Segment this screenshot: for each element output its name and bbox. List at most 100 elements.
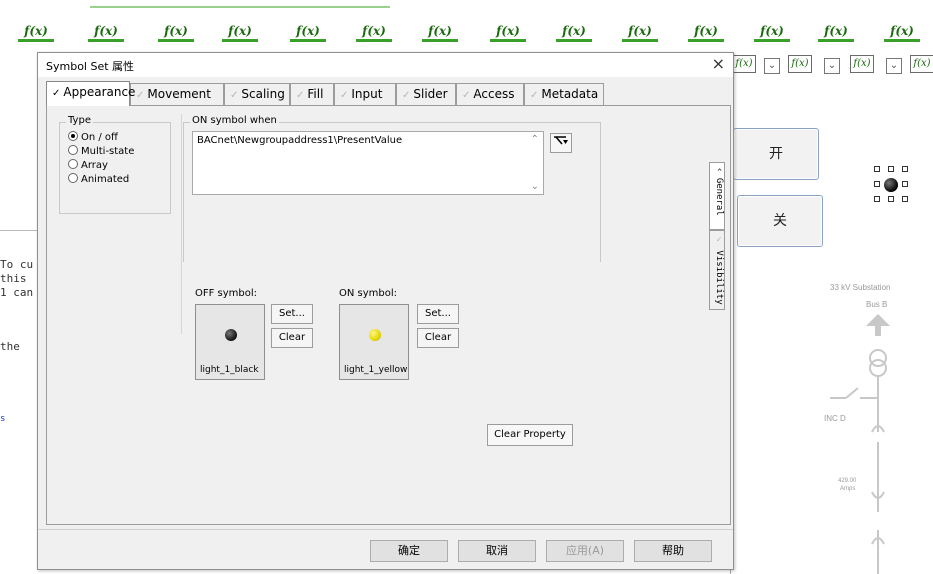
radio-array[interactable]: Array: [68, 159, 108, 173]
side-tab-visibility[interactable]: ✓ Visibility: [709, 230, 725, 310]
check-icon: ✓: [52, 88, 61, 99]
selection-handle[interactable]: [874, 166, 880, 172]
tab-label: Metadata: [541, 87, 599, 101]
side-tab-label: General: [714, 177, 724, 216]
close-switch-button[interactable]: 关: [737, 195, 823, 247]
function-small-icon[interactable]: f(x): [850, 55, 874, 73]
amps-value: 429.00: [838, 478, 857, 484]
scroll-up-icon[interactable]: ⌃: [531, 134, 539, 145]
dialog-title: Symbol Set 属性: [46, 60, 135, 73]
clear-property-button[interactable]: Clear Property: [487, 424, 573, 446]
dropdown-check-icon[interactable]: ⌄: [824, 58, 840, 74]
side-tab-general[interactable]: ‹ General: [709, 162, 725, 230]
dialog-titlebar[interactable]: Symbol Set 属性 ×: [38, 53, 733, 77]
left-divider: [0, 230, 37, 231]
function-icon[interactable]: f(x): [622, 22, 658, 42]
function-icon[interactable]: f(x): [222, 22, 258, 42]
function-icon[interactable]: f(x): [490, 22, 526, 42]
tab-movement[interactable]: ✓ Movement: [130, 83, 224, 105]
tab-fill[interactable]: ✓ Fill: [290, 83, 334, 105]
on-set-button[interactable]: Set...: [417, 304, 459, 324]
selection-handle[interactable]: [874, 181, 880, 187]
dialog-footer: 确定 取消 应用(A) 帮助: [38, 529, 733, 571]
radio-label: Array: [81, 160, 108, 171]
tag-browser-button[interactable]: [550, 133, 572, 153]
symbol-set-properties-dialog: Symbol Set 属性 × ✓ Appearance ✓ Movement ✓ S…: [37, 52, 734, 570]
selection-handle[interactable]: [902, 166, 908, 172]
single-line-diagram: [830, 314, 890, 574]
open-button[interactable]: 开: [733, 128, 819, 180]
tab-slider[interactable]: ✓ Slider: [396, 83, 456, 105]
check-icon: ✓: [402, 90, 411, 101]
function-icon[interactable]: f(x): [356, 22, 392, 42]
cancel-button[interactable]: 取消: [458, 540, 536, 562]
on-condition-textarea[interactable]: BACnet\Newgroupaddress1\PresentValue ⌃ ⌄: [192, 131, 544, 195]
off-set-button[interactable]: Set...: [271, 304, 313, 324]
dropdown-check-icon[interactable]: ⌄: [886, 58, 902, 74]
off-symbol-label: OFF symbol:: [195, 288, 258, 299]
apply-button[interactable]: 应用(A): [546, 540, 624, 562]
function-toolbar: f(x) f(x) f(x) f(x) f(x) f(x) f(x) f(x) …: [0, 22, 933, 46]
ok-button[interactable]: 确定: [370, 540, 448, 562]
tab-label: Scaling: [241, 87, 285, 101]
function-icon[interactable]: f(x): [422, 22, 458, 42]
tab-label: Input: [351, 87, 383, 101]
on-condition-value: BACnet\Newgroupaddress1\PresentValue: [197, 135, 403, 146]
tab-appearance[interactable]: ✓ Appearance: [46, 81, 135, 106]
scroll-down-icon[interactable]: ⌄: [531, 181, 539, 192]
on-clear-button[interactable]: Clear: [417, 328, 459, 348]
off-clear-button[interactable]: Clear: [271, 328, 313, 348]
off-symbol-name: light_1_black: [200, 365, 259, 375]
radio-icon: [68, 145, 78, 155]
help-button[interactable]: 帮助: [634, 540, 712, 562]
function-small-icon[interactable]: f(x): [910, 55, 933, 73]
background-top-bar: [90, 0, 390, 8]
check-icon: ✓: [714, 235, 724, 245]
close-icon[interactable]: ×: [712, 54, 725, 73]
function-icon[interactable]: f(x): [88, 22, 124, 42]
tab-label: Movement: [147, 87, 211, 101]
radio-multi-state[interactable]: Multi-state: [68, 145, 134, 159]
on-symbol-name: light_1_yellow: [344, 365, 408, 375]
dropdown-check-icon[interactable]: ⌄: [764, 58, 780, 74]
radio-label: Animated: [81, 174, 130, 185]
tab-access[interactable]: ✓ Access: [456, 83, 524, 105]
selection-handle[interactable]: [902, 196, 908, 202]
amps-label: Amps: [840, 486, 856, 492]
radio-label: On / off: [81, 132, 118, 143]
substation-label: 33 kV Substation: [830, 283, 891, 292]
function-icon[interactable]: f(x): [158, 22, 194, 42]
function-icon[interactable]: f(x): [290, 22, 326, 42]
function-small-icon[interactable]: f(x): [788, 55, 812, 73]
function-icon[interactable]: f(x): [818, 22, 854, 42]
radio-on-off[interactable]: On / off: [68, 131, 118, 145]
selection-handle[interactable]: [902, 181, 908, 187]
tab-label: Access: [473, 87, 515, 101]
function-small-icon[interactable]: f(x): [732, 55, 756, 73]
tab-metadata[interactable]: ✓ Metadata: [524, 83, 604, 105]
side-tab-label: Visibility: [714, 250, 724, 305]
left-code-line: the: [0, 340, 20, 353]
tab-scaling[interactable]: ✓ Scaling: [224, 83, 290, 105]
function-icon[interactable]: f(x): [556, 22, 592, 42]
selection-handle[interactable]: [874, 196, 880, 202]
function-icon[interactable]: f(x): [754, 22, 790, 42]
on-symbol-when-label: ON symbol when: [190, 115, 279, 126]
selection-handle[interactable]: [888, 166, 894, 172]
function-icon[interactable]: f(x): [688, 22, 724, 42]
radio-animated[interactable]: Animated: [68, 173, 129, 187]
bus-label: Bus B: [866, 300, 888, 309]
tab-label: Appearance: [63, 85, 136, 99]
selection-handle[interactable]: [888, 196, 894, 202]
appearance-page: Type On / off Multi-state Array Animated…: [46, 105, 731, 525]
light-bulb-icon[interactable]: [884, 178, 898, 192]
check-icon: ✓: [340, 90, 349, 101]
radio-label: Multi-state: [81, 146, 135, 157]
check-icon: ✓: [296, 90, 305, 101]
tab-input[interactable]: ✓ Input: [334, 83, 396, 105]
left-link[interactable]: s: [0, 414, 5, 424]
light-off-icon: [225, 329, 237, 341]
function-icon[interactable]: f(x): [884, 22, 920, 42]
on-symbol-label: ON symbol:: [339, 288, 398, 299]
function-icon[interactable]: f(x): [18, 22, 54, 42]
